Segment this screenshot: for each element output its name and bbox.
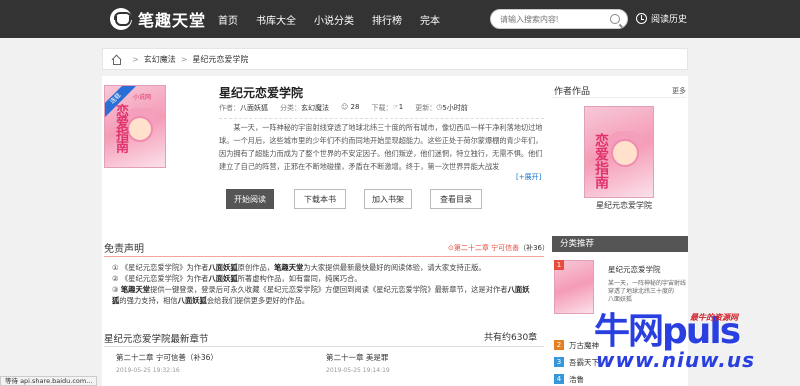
- text: 的强力支持，相信: [119, 296, 178, 305]
- download-book-button[interactable]: 下载本书: [294, 189, 346, 209]
- author-link[interactable]: 八面妖狐: [208, 263, 237, 272]
- chapter-date: 2019-05-25 19:14:19: [326, 367, 390, 374]
- rank-item[interactable]: 4 浩鲁: [554, 374, 584, 384]
- author-works-title: 作者作品: [554, 87, 591, 97]
- rec-author: 八面妖狐: [608, 296, 633, 303]
- latest-chapter-tip-suffix: （补36）: [519, 244, 550, 252]
- start-reading-button[interactable]: 开始阅读: [226, 189, 274, 209]
- update-time: 5小时前: [442, 104, 468, 112]
- clock-icon: [636, 13, 647, 24]
- divider: [552, 97, 686, 98]
- text: 会给我们提供更多更好的作品。: [206, 296, 310, 305]
- cover-art-face: [611, 139, 639, 167]
- category-label: 分类：: [280, 104, 301, 112]
- nav-ranking[interactable]: 排行榜: [372, 12, 402, 27]
- book-description: 某一天，一阵神秘的宇宙射线穿透了地球北纬三十度的所有城市，像切西瓜一样干净利落地…: [219, 118, 544, 172]
- search-input[interactable]: [491, 10, 603, 28]
- rank-number: 4: [554, 374, 564, 384]
- nav-library[interactable]: 书库大全: [256, 12, 296, 27]
- author-link[interactable]: 八面妖狐: [178, 296, 207, 305]
- cover-art-face: [127, 116, 153, 142]
- rec-book-title[interactable]: 星纪元恋爱学院: [608, 264, 661, 275]
- rank-title: 吾霸天下: [569, 357, 599, 367]
- rank-number: 3: [554, 357, 564, 367]
- watermark-slogan: 最牛的资源网: [690, 313, 738, 322]
- main-nav: 首页 书库大全 小说分类 排行榜 完本: [218, 0, 458, 38]
- site-link[interactable]: 笔趣天堂: [121, 285, 150, 294]
- text: 所著虚构作品，如有雷同，纯属巧合。: [237, 274, 362, 283]
- add-bookshelf-button[interactable]: 加入书架: [364, 189, 412, 209]
- rank-title: 浩鲁: [569, 374, 584, 384]
- rec-desc-text: 某一天，一阵神秘的宇宙射线穿透了地球北纬三十度的: [608, 280, 687, 295]
- category-rec-header: 分类推荐: [552, 236, 688, 252]
- cover-title: 恋爱指南: [593, 133, 609, 189]
- disclaimer-line-1: ① 《星纪元恋爱学院》为作者八面妖狐原创作品，笔趣天堂为大家提供最新最快最好的阅…: [112, 263, 486, 272]
- latest-chapter-tip[interactable]: ⊙第二十二章 宁可信善（补36）: [448, 243, 549, 253]
- book-meta: 作者： 八面妖狐 分类： 玄幻魔法 ☺ 28 下载： ☞ 1 更新： ◷ 5小时…: [219, 103, 480, 113]
- author-label: 作者：: [219, 104, 240, 112]
- nav-categories[interactable]: 小说分类: [314, 12, 354, 27]
- site-logo[interactable]: 笔趣天堂: [110, 7, 206, 31]
- update-label: 更新：: [415, 104, 437, 112]
- rank-item[interactable]: 2 万古魔神: [554, 340, 599, 350]
- chapter-count: 共有约630章: [484, 333, 538, 343]
- logo-icon: [110, 8, 132, 30]
- browser-status-bar: 等待 api.share.baidu.com...: [0, 376, 98, 386]
- reading-history-label: 阅读历史: [651, 15, 688, 25]
- breadcrumb-book[interactable]: 星纪元恋爱学院: [192, 54, 248, 65]
- view-catalog-button[interactable]: 查看目录: [430, 189, 482, 209]
- expand-link[interactable]: [+展开]: [516, 172, 541, 182]
- breadcrumb-separator: >: [180, 54, 188, 64]
- text: 《星纪元恋爱学院》为作者: [120, 274, 209, 283]
- author-link[interactable]: 八面妖狐: [208, 274, 237, 283]
- author-works-more[interactable]: 更多: [672, 86, 686, 96]
- rec-book-desc: 某一天，一阵神秘的宇宙射线穿透了地球北纬三十度的 八面妖狐: [608, 280, 686, 304]
- disclaimer-body: ① 《星纪元恋爱学院》为作者八面妖狐原创作品，笔趣天堂为大家提供最新最快最好的阅…: [112, 262, 536, 306]
- download-count: 1: [398, 103, 404, 111]
- author-name[interactable]: 八面妖狐: [240, 103, 268, 113]
- book-title: 星纪元恋爱学院: [219, 86, 304, 100]
- nav-home[interactable]: 首页: [218, 12, 238, 27]
- breadcrumb-separator: >: [132, 54, 139, 64]
- breadcrumb-category[interactable]: 玄幻魔法: [144, 54, 176, 65]
- category-name[interactable]: 玄幻魔法: [301, 103, 329, 113]
- rank-title: 万古魔神: [569, 340, 599, 350]
- home-icon[interactable]: [111, 55, 121, 65]
- rank-number: 2: [554, 340, 564, 350]
- book-cover[interactable]: 小说网 连载 恋爱指南: [104, 85, 166, 168]
- rank-item[interactable]: 3 吾霸天下: [554, 357, 599, 367]
- author-work-title[interactable]: 星纪元恋爱学院: [596, 200, 652, 211]
- chapter-link[interactable]: 第二十二章 宁可信善（补36）: [116, 352, 218, 363]
- text: 提供一键登录，登录后可永久收藏《星纪元恋爱学院》方便回到阅读《星纪元恋爱学院》最…: [150, 285, 508, 294]
- search-icon[interactable]: [610, 14, 620, 24]
- chapter-link[interactable]: 第二十一章 美是罪: [326, 352, 388, 363]
- site-link[interactable]: 笔趣天堂: [274, 263, 303, 272]
- search-box: [490, 9, 628, 29]
- cover-title: 恋爱指南: [113, 104, 128, 152]
- chapter-date: 2019-05-25 19:32:16: [116, 367, 180, 374]
- author-work-cover[interactable]: 恋爱指南: [584, 106, 654, 198]
- reading-history-link[interactable]: 阅读历史: [636, 12, 687, 25]
- disclaimer-line-3: ③ 笔趣天堂提供一键登录，登录后可永久收藏《星纪元恋爱学院》方便回到阅读《星纪元…: [112, 285, 530, 305]
- breadcrumb: > 玄幻魔法 > 星纪元恋爱学院: [102, 48, 688, 70]
- latest-chapter-tip-text: ⊙第二十二章 宁可信善: [448, 244, 520, 252]
- disclaimer-line-2: ② 《星纪元恋爱学院》为作者八面妖狐所著虚构作品，如有雷同，纯属巧合。: [112, 274, 362, 283]
- site-name: 笔趣天堂: [138, 11, 207, 30]
- text: 为大家提供最新最快最好的阅读体验，请大家支持正版。: [303, 263, 486, 272]
- text: 原创作品，: [237, 263, 275, 272]
- rank-badge: 1: [554, 260, 564, 270]
- nav-completed[interactable]: 完本: [420, 12, 440, 27]
- divider: [104, 256, 544, 257]
- disclaimer-title: 免责声明: [104, 244, 144, 255]
- divider: [104, 346, 544, 347]
- likes-count: 28: [350, 103, 360, 111]
- text: 《星纪元恋爱学院》为作者: [120, 263, 209, 272]
- latest-chapters-title: 星纪元恋爱学院最新章节: [104, 334, 209, 345]
- cover-publisher: 小说网: [133, 94, 152, 101]
- likes-icon: ☺: [341, 103, 351, 111]
- download-label: 下载：: [371, 104, 393, 112]
